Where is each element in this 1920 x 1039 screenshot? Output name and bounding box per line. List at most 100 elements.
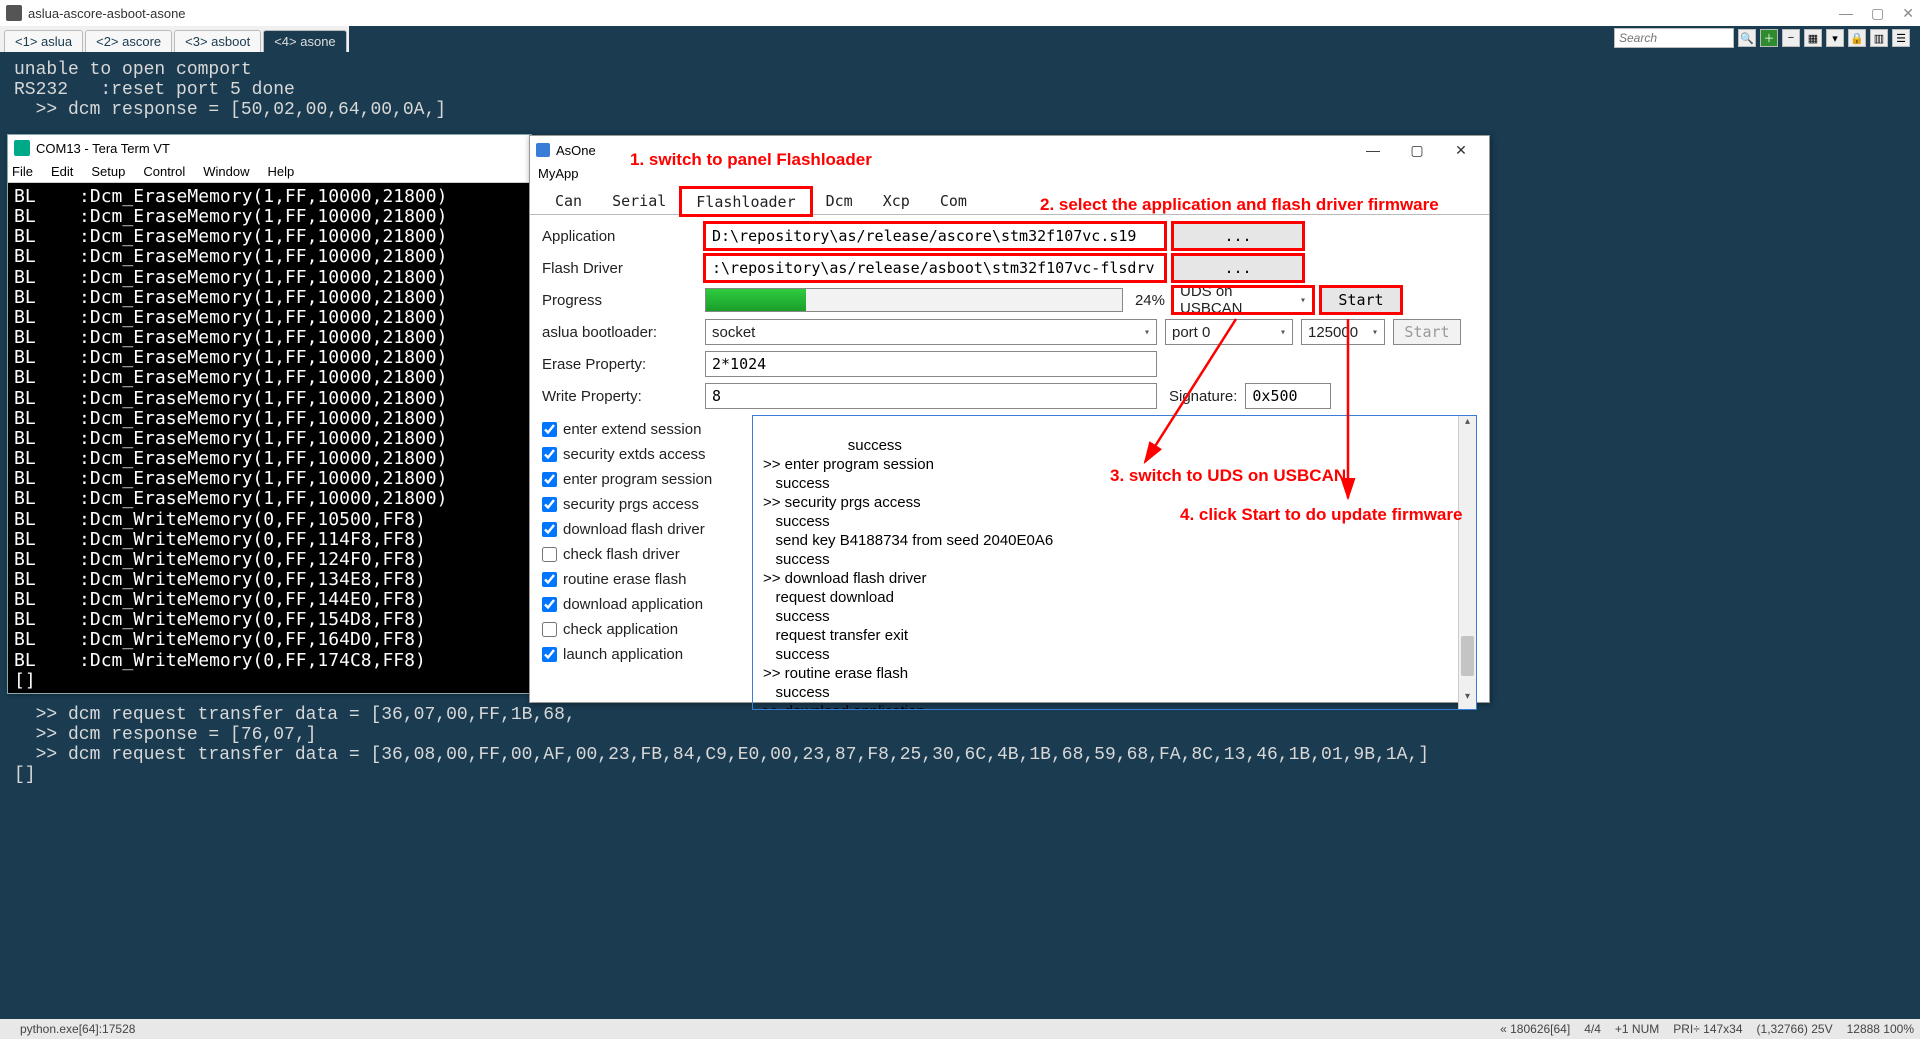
check-security-prgs-access[interactable]: security prgs access <box>542 496 752 513</box>
asone-maximize-icon[interactable]: ▢ <box>1395 142 1439 159</box>
tab-com[interactable]: Com <box>925 187 982 214</box>
check-label: check flash driver <box>563 546 680 563</box>
asone-app-icon <box>536 143 550 157</box>
host-app-icon <box>6 5 22 21</box>
progress-pct: 24% <box>1131 292 1165 309</box>
checkbox-3[interactable] <box>542 497 557 512</box>
minimize-icon[interactable]: — <box>1839 5 1853 21</box>
check-enter-program-session[interactable]: enter program session <box>542 471 752 488</box>
label-flash-driver: Flash Driver <box>542 260 697 277</box>
status-seg-3: PRI÷ 147x34 <box>1673 1022 1742 1036</box>
asone-minimize-icon[interactable]: — <box>1351 142 1395 158</box>
close-icon[interactable]: ✕ <box>1902 5 1914 22</box>
checkbox-8[interactable] <box>542 622 557 637</box>
checkbox-1[interactable] <box>542 447 557 462</box>
protocol-select[interactable]: UDS on USBCAN <box>1173 287 1313 313</box>
check-label: launch application <box>563 646 683 663</box>
search-icon[interactable]: 🔍 <box>1738 29 1756 47</box>
checkbox-2[interactable] <box>542 472 557 487</box>
host-tab-2[interactable]: <2> ascore <box>85 30 172 52</box>
asone-titlebar[interactable]: AsOne — ▢ ✕ <box>530 136 1489 164</box>
maximize-icon[interactable]: ▢ <box>1871 5 1884 22</box>
tab-dcm[interactable]: Dcm <box>811 187 868 214</box>
asone-title-text: AsOne <box>556 143 596 158</box>
search-input[interactable] <box>1614 28 1734 48</box>
check-security-extds-access[interactable]: security extds access <box>542 446 752 463</box>
check-label: check application <box>563 621 678 638</box>
log-text: success >> enter program session success… <box>763 437 1053 710</box>
columns-icon[interactable]: ▥ <box>1870 29 1888 47</box>
teraterm-window: COM13 - Tera Term VT File Edit Setup Con… <box>7 134 532 694</box>
checkbox-9[interactable] <box>542 647 557 662</box>
menu-file[interactable]: File <box>12 164 33 179</box>
checkbox-6[interactable] <box>542 572 557 587</box>
check-download-application[interactable]: download application <box>542 596 752 613</box>
menu-window[interactable]: Window <box>203 164 249 179</box>
check-label: download application <box>563 596 703 613</box>
menu-help[interactable]: Help <box>268 164 295 179</box>
flash-driver-input[interactable] <box>705 255 1165 281</box>
plus-icon[interactable]: ＋ <box>1760 29 1778 47</box>
teraterm-body[interactable]: BL :Dcm_EraseMemory(1,FF,10000,21800) BL… <box>8 183 531 693</box>
label-progress: Progress <box>542 292 697 309</box>
tab-flashloader[interactable]: Flashloader <box>681 188 810 215</box>
application-browse-button[interactable]: ... <box>1173 223 1303 249</box>
menu-edit[interactable]: Edit <box>51 164 73 179</box>
tab-can[interactable]: Can <box>540 187 597 214</box>
menu-setup[interactable]: Setup <box>91 164 125 179</box>
host-title: aslua-ascore-asboot-asone <box>28 6 186 21</box>
menu-control[interactable]: Control <box>143 164 185 179</box>
flash-driver-browse-button[interactable]: ... <box>1173 255 1303 281</box>
asone-content: Application ... Flash Driver ... Progres… <box>530 215 1489 718</box>
host-statusbar: python.exe[64]:17528 « 180626[64] 4/4 +1… <box>0 1019 1920 1039</box>
log-output[interactable]: success >> enter program session success… <box>752 415 1477 710</box>
scroll-down-icon[interactable]: ▾ <box>1459 691 1476 709</box>
host-titlebar: aslua-ascore-asboot-asone — ▢ ✕ <box>0 0 1920 26</box>
list-icon[interactable]: ☰ <box>1892 29 1910 47</box>
teraterm-menubar: File Edit Setup Control Window Help <box>8 161 531 183</box>
host-tab-3[interactable]: <3> asboot <box>174 30 261 52</box>
lock-icon[interactable]: 🔒 <box>1848 29 1866 47</box>
check-download-flash-driver[interactable]: download flash driver <box>542 521 752 538</box>
teraterm-title-text: COM13 - Tera Term VT <box>36 141 170 156</box>
check-label: enter extend session <box>563 421 701 438</box>
check-enter-extend-session[interactable]: enter extend session <box>542 421 752 438</box>
erase-property-input[interactable] <box>705 351 1157 377</box>
check-check-flash-driver[interactable]: check flash driver <box>542 546 752 563</box>
host-tab-1[interactable]: <1> aslua <box>4 30 83 52</box>
check-label: enter program session <box>563 471 712 488</box>
checkbox-5[interactable] <box>542 547 557 562</box>
bootloader-start-button[interactable]: Start <box>1393 319 1461 345</box>
status-seg-1: 4/4 <box>1584 1022 1601 1036</box>
baud-select[interactable]: 125000 <box>1301 319 1385 345</box>
checkbox-4[interactable] <box>542 522 557 537</box>
minus-icon[interactable]: − <box>1782 29 1800 47</box>
tab-xcp[interactable]: Xcp <box>868 187 925 214</box>
status-process: python.exe[64]:17528 <box>20 1022 135 1036</box>
log-scrollbar[interactable]: ▴ ▾ <box>1458 416 1476 709</box>
asone-close-icon[interactable]: ✕ <box>1439 142 1483 159</box>
check-label: download flash driver <box>563 521 705 538</box>
start-button[interactable]: Start <box>1321 287 1401 313</box>
host-toolbar-right: 🔍 ＋ − ▦ ▾ 🔒 ▥ ☰ <box>1614 28 1910 48</box>
checkbox-0[interactable] <box>542 422 557 437</box>
write-property-input[interactable] <box>705 383 1157 409</box>
label-erase-prop: Erase Property: <box>542 356 697 373</box>
grid-icon[interactable]: ▦ <box>1804 29 1822 47</box>
scroll-thumb[interactable] <box>1461 636 1474 676</box>
check-label: security extds access <box>563 446 706 463</box>
host-tab-4[interactable]: <4> asone <box>263 30 346 52</box>
dropdown-icon[interactable]: ▾ <box>1826 29 1844 47</box>
bootloader-select[interactable]: socket <box>705 319 1157 345</box>
signature-input[interactable] <box>1245 383 1331 409</box>
status-seg-2: +1 NUM <box>1615 1022 1659 1036</box>
checkbox-7[interactable] <box>542 597 557 612</box>
teraterm-titlebar[interactable]: COM13 - Tera Term VT <box>8 135 531 161</box>
check-routine-erase-flash[interactable]: routine erase flash <box>542 571 752 588</box>
tab-serial[interactable]: Serial <box>597 187 681 214</box>
application-input[interactable] <box>705 223 1165 249</box>
check-check-application[interactable]: check application <box>542 621 752 638</box>
scroll-up-icon[interactable]: ▴ <box>1459 416 1476 434</box>
check-launch-application[interactable]: launch application <box>542 646 752 663</box>
port-select[interactable]: port 0 <box>1165 319 1293 345</box>
